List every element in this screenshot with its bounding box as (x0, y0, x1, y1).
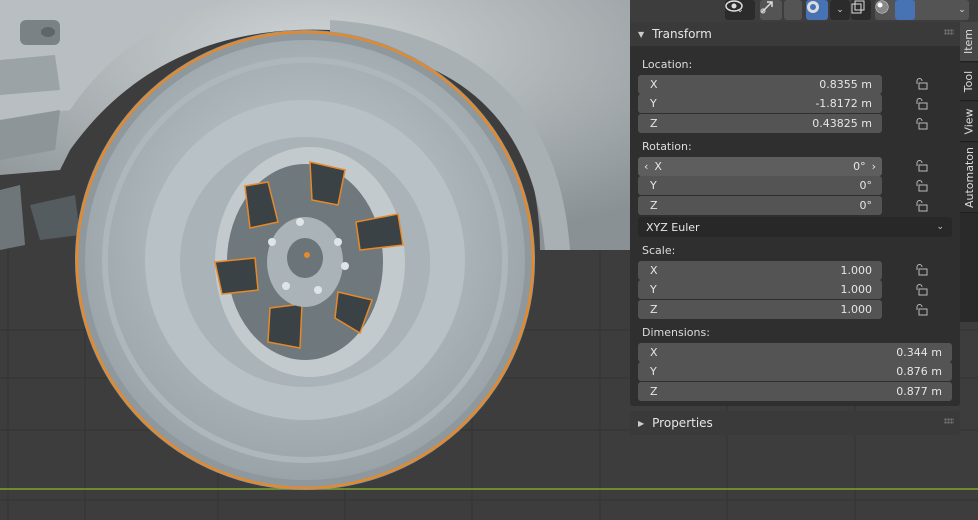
field-value: -1.8172 m (815, 97, 872, 110)
lock-icon[interactable] (914, 200, 928, 212)
xray-icon[interactable] (851, 0, 871, 20)
axis-label: Z (650, 303, 658, 316)
lock-icon[interactable] (914, 180, 928, 192)
axis-label: Y (650, 179, 657, 192)
tab-label: Tool (962, 70, 976, 93)
lock-icon[interactable] (914, 304, 928, 316)
lock-icon[interactable] (914, 160, 928, 172)
shading-group[interactable]: ⌄ (875, 0, 969, 20)
overlay-group[interactable]: ⌄ (806, 0, 850, 20)
xray-group[interactable] (851, 0, 871, 20)
visibility-group[interactable]: ⌄ (725, 0, 755, 20)
axis-label: X (654, 160, 662, 173)
axis-label: Y (650, 283, 657, 296)
axis-label: Y (650, 97, 657, 110)
properties-header[interactable]: ▶ Properties (630, 411, 960, 435)
axis-label: Z (650, 117, 658, 130)
solid-shading-icon[interactable] (876, 0, 915, 20)
dimensions-x-field[interactable]: X 0.344 m (638, 343, 952, 362)
lock-icon[interactable] (914, 264, 928, 276)
sidebar-panel: ▼ Transform Location: X 0.8355 m Y -1.8172… (630, 22, 960, 436)
shading-dropdown[interactable]: ⌄ (955, 0, 969, 20)
field-value: 0° (859, 179, 873, 192)
axis-label: Z (650, 199, 658, 212)
axis-label: X (650, 346, 658, 359)
expand-triangle-icon: ▶ (638, 418, 645, 428)
field-value: 0° (859, 199, 873, 212)
location-x-field[interactable]: X 0.8355 m (638, 75, 882, 94)
dimensions-y-field[interactable]: Y 0.876 m (638, 362, 952, 381)
tab-view[interactable]: View (960, 102, 978, 142)
transform-panel: ▼ Transform Location: X 0.8355 m Y -1.8172… (630, 22, 960, 406)
dimensions-z-field[interactable]: Z 0.877 m (638, 382, 952, 401)
decrement-arrow-icon[interactable]: ‹ (644, 160, 648, 173)
tab-tool[interactable]: Tool (960, 63, 978, 101)
properties-title: Properties (652, 416, 713, 430)
axis-label: X (650, 78, 658, 91)
properties-panel: ▶ Properties (630, 411, 960, 435)
rotation-label: Rotation: (642, 140, 692, 153)
rendered-shading-icon[interactable] (876, 0, 955, 20)
rotation-mode-select[interactable]: XYZ Euler ⌄ (638, 217, 952, 237)
lock-icon[interactable] (914, 118, 928, 130)
tab-label: View (962, 108, 976, 135)
gizmo-group[interactable] (760, 0, 802, 20)
overlay-dropdown[interactable]: ⌄ (830, 0, 850, 20)
collapse-triangle-icon: ▼ (638, 29, 645, 39)
field-value: 1.000 (840, 303, 873, 316)
gizmo-dropdown[interactable] (784, 0, 802, 20)
rotation-y-field[interactable]: Y 0° (638, 176, 882, 195)
axis-label: Y (650, 365, 657, 378)
lock-icon[interactable] (914, 98, 928, 110)
chevron-down-icon: ⌄ (936, 222, 944, 232)
field-value: 0.876 m (896, 365, 942, 378)
overlay-icon[interactable] (806, 0, 828, 20)
rotation-mode-value: XYZ Euler (646, 220, 700, 234)
increment-arrow-icon[interactable]: › (872, 160, 876, 173)
scale-z-field[interactable]: Z 1.000 (638, 300, 882, 319)
drag-handle-icon[interactable] (944, 29, 954, 35)
location-label: Location: (642, 58, 693, 71)
tab-item[interactable]: Item (960, 22, 978, 62)
field-value: 0.344 m (896, 346, 942, 359)
transform-title: Transform (652, 27, 712, 41)
scale-x-field[interactable]: X 1.000 (638, 261, 882, 280)
transform-header[interactable]: ▼ Transform (630, 22, 960, 46)
field-value: 0.877 m (896, 385, 942, 398)
lock-icon[interactable] (914, 78, 928, 90)
drag-handle-icon[interactable] (944, 418, 954, 424)
dimensions-label: Dimensions: (642, 326, 710, 339)
location-y-field[interactable]: Y -1.8172 m (638, 94, 882, 113)
scale-label: Scale: (642, 244, 676, 257)
gizmo-icon[interactable] (760, 0, 782, 20)
scale-y-field[interactable]: Y 1.000 (638, 280, 882, 299)
field-value: 0° (853, 160, 866, 173)
sidebar-tabs: Item Tool View Automaton (960, 22, 978, 322)
tab-label: Item (962, 28, 976, 55)
field-value: 1.000 (840, 264, 873, 277)
tab-label: Automaton (962, 146, 976, 209)
axis-label: X (650, 264, 658, 277)
lock-icon[interactable] (914, 284, 928, 296)
rotation-x-field[interactable]: ‹ X 0° › (638, 157, 882, 176)
axis-label: Z (650, 385, 658, 398)
material-shading-icon[interactable] (876, 0, 935, 20)
field-value: 0.43825 m (812, 117, 872, 130)
tab-automaton[interactable]: Automaton (960, 143, 978, 213)
eye-icon[interactable]: ⌄ (725, 0, 755, 20)
field-value: 0.8355 m (819, 78, 872, 91)
field-value: 1.000 (840, 283, 873, 296)
location-z-field[interactable]: Z 0.43825 m (638, 114, 882, 133)
rotation-z-field[interactable]: Z 0° (638, 196, 882, 215)
